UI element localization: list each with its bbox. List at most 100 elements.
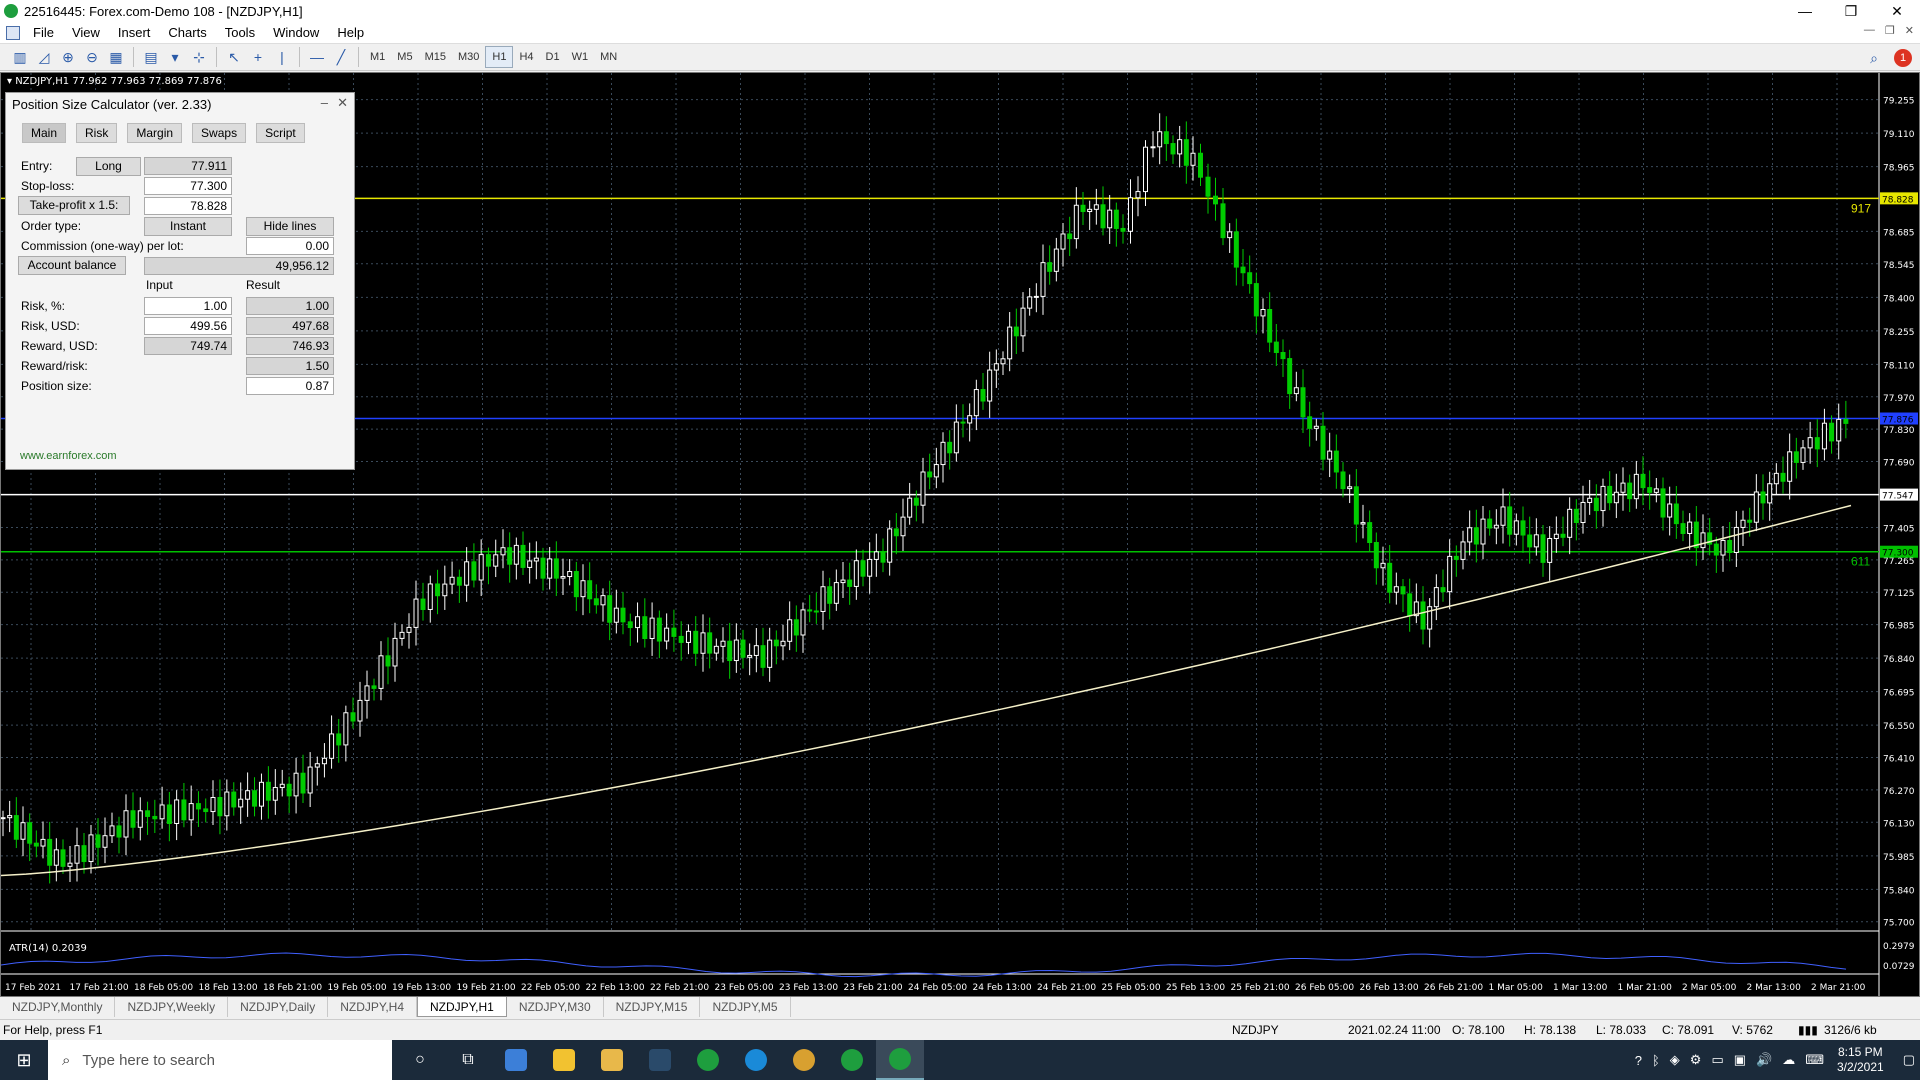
- hide-lines-button[interactable]: Hide lines: [246, 217, 334, 236]
- onedrive-icon[interactable]: ☁: [1782, 1052, 1795, 1068]
- taskbar-search[interactable]: ⌕ Type here to search: [48, 1040, 392, 1080]
- menu-insert[interactable]: Insert: [109, 25, 160, 40]
- position-size-result[interactable]: 0.87: [246, 377, 334, 395]
- vertical-line-icon[interactable]: |: [270, 46, 294, 68]
- tab-nzdjpy-m30[interactable]: NZDJPY,M30: [507, 997, 604, 1017]
- windows-start-icon[interactable]: ⊞: [0, 1040, 48, 1080]
- mdi-close-button[interactable]: ✕: [1905, 24, 1914, 37]
- mdi-minimize-button[interactable]: —: [1864, 24, 1875, 37]
- horizontal-line-icon[interactable]: —: [305, 46, 329, 68]
- timeframe-h4[interactable]: H4: [513, 46, 539, 68]
- psc-tab-margin[interactable]: Margin: [127, 123, 183, 143]
- risk-usd-input[interactable]: 499.56: [144, 317, 232, 335]
- trendline-icon[interactable]: ╱: [329, 46, 353, 68]
- take-profit-button[interactable]: Take-profit x 1.5:: [18, 196, 130, 215]
- timeframe-mn[interactable]: MN: [594, 46, 623, 68]
- position-size-calculator[interactable]: Position Size Calculator (ver. 2.33) – ✕…: [5, 92, 355, 470]
- notifications-icon[interactable]: ▢: [1903, 1052, 1915, 1068]
- menu-help[interactable]: Help: [328, 25, 373, 40]
- cortana-icon[interactable]: ○: [396, 1040, 444, 1080]
- mdi-restore-button[interactable]: ❐: [1885, 24, 1895, 37]
- crosshair-icon[interactable]: +: [246, 46, 270, 68]
- document-icon[interactable]: [6, 25, 20, 40]
- app-icon: [4, 4, 18, 18]
- chart-type-icon[interactable]: ◿: [32, 46, 56, 68]
- menu-window[interactable]: Window: [264, 25, 328, 40]
- tab-nzdjpy-daily[interactable]: NZDJPY,Daily: [228, 997, 329, 1017]
- psc-close-button[interactable]: ✕: [337, 95, 348, 111]
- cursor-icon[interactable]: ↖: [222, 46, 246, 68]
- account-balance-button[interactable]: Account balance: [18, 256, 126, 275]
- remote-desktop-icon[interactable]: [492, 1040, 540, 1080]
- help-icon[interactable]: ?: [1635, 1053, 1642, 1068]
- tab-nzdjpy-monthly[interactable]: NZDJPY,Monthly: [0, 997, 116, 1017]
- earnforex-link[interactable]: www.earnforex.com: [20, 450, 117, 462]
- display-icon[interactable]: ▣: [1734, 1052, 1746, 1068]
- timeframe-m1[interactable]: M1: [364, 46, 391, 68]
- crosshair-target-icon[interactable]: ⊹: [187, 46, 211, 68]
- order-type-button[interactable]: Instant: [144, 217, 232, 236]
- search-icon[interactable]: ⌕: [1862, 47, 1886, 69]
- candle-body: [245, 790, 251, 800]
- metatrader-icon[interactable]: [684, 1040, 732, 1080]
- timeframe-m15[interactable]: M15: [419, 46, 452, 68]
- alert-badge[interactable]: 1: [1894, 49, 1912, 67]
- zoom-out-icon[interactable]: ⊖: [80, 46, 104, 68]
- commission-field[interactable]: 0.00: [246, 237, 334, 255]
- minimize-button[interactable]: —: [1782, 0, 1828, 22]
- direction-button[interactable]: Long: [76, 157, 141, 176]
- zoom-in-icon[interactable]: ⊕: [56, 46, 80, 68]
- timeframe-m30[interactable]: M30: [452, 46, 485, 68]
- tab-nzdjpy-h4[interactable]: NZDJPY,H4: [328, 997, 418, 1017]
- psc-tab-risk[interactable]: Risk: [76, 123, 118, 143]
- app-k-icon[interactable]: [636, 1040, 684, 1080]
- tab-nzdjpy-m15[interactable]: NZDJPY,M15: [604, 997, 701, 1017]
- psc-tab-swaps[interactable]: Swaps: [192, 123, 247, 143]
- psc-minimize-button[interactable]: –: [321, 95, 328, 110]
- psc-tab-script[interactable]: Script: [256, 123, 305, 143]
- chrome-icon[interactable]: [780, 1040, 828, 1080]
- metatrader-active-icon[interactable]: [876, 1040, 924, 1080]
- file-explorer-icon[interactable]: [588, 1040, 636, 1080]
- timeframe-m5[interactable]: M5: [391, 46, 418, 68]
- psc-tab-main[interactable]: Main: [22, 123, 67, 143]
- candle-body: [678, 635, 684, 643]
- tab-nzdjpy-m5[interactable]: NZDJPY,M5: [700, 997, 791, 1017]
- metatrader-alert-icon[interactable]: [828, 1040, 876, 1080]
- clock[interactable]: 8:15 PM 3/2/2021: [1837, 1045, 1884, 1075]
- tile-windows-icon[interactable]: ▦: [104, 46, 128, 68]
- timeframe-h1[interactable]: H1: [485, 46, 514, 68]
- new-chart-icon[interactable]: ▥: [8, 46, 32, 68]
- dropdown-arrow-icon[interactable]: ▾: [163, 46, 187, 68]
- network-icon[interactable]: ▭: [1711, 1052, 1723, 1068]
- timeframe-d1[interactable]: D1: [540, 46, 566, 68]
- close-button[interactable]: ✕: [1874, 0, 1920, 22]
- chart-window[interactable]: 79.255 79.110 78.965 78.828 78.685 78.545 78.4…: [0, 72, 1920, 997]
- settings-icon[interactable]: ⚙: [1690, 1052, 1702, 1068]
- candle-body: [272, 787, 278, 801]
- task-view-icon[interactable]: ⧉: [444, 1040, 492, 1080]
- tab-nzdjpy-h1[interactable]: NZDJPY,H1: [417, 997, 507, 1017]
- take-profit-field[interactable]: 78.828: [144, 197, 232, 215]
- menu-file[interactable]: File: [24, 25, 63, 40]
- volume-icon[interactable]: 🔊: [1756, 1052, 1772, 1068]
- atr-line: [1, 952, 1847, 978]
- keyboard-icon[interactable]: ⌨: [1805, 1052, 1824, 1068]
- timeframe-w1[interactable]: W1: [566, 46, 595, 68]
- edge-icon[interactable]: [732, 1040, 780, 1080]
- tab-nzdjpy-weekly[interactable]: NZDJPY,Weekly: [115, 997, 229, 1017]
- candle-body: [1440, 587, 1446, 593]
- stoploss-field[interactable]: 77.300: [144, 177, 232, 195]
- menu-view[interactable]: View: [63, 25, 109, 40]
- psc-title-bar[interactable]: Position Size Calculator (ver. 2.33) – ✕: [6, 93, 354, 115]
- templates-icon[interactable]: ▤: [139, 46, 163, 68]
- entry-field[interactable]: 77.911: [144, 157, 232, 175]
- candle-body: [1273, 341, 1279, 354]
- bluetooth-icon[interactable]: ᛒ: [1652, 1053, 1660, 1068]
- sticky-notes-icon[interactable]: [540, 1040, 588, 1080]
- restore-button[interactable]: ❐: [1828, 0, 1874, 22]
- menu-charts[interactable]: Charts: [159, 25, 215, 40]
- dropbox-icon[interactable]: ◈: [1670, 1052, 1680, 1068]
- menu-tools[interactable]: Tools: [216, 25, 264, 40]
- risk-pct-input[interactable]: 1.00: [144, 297, 232, 315]
